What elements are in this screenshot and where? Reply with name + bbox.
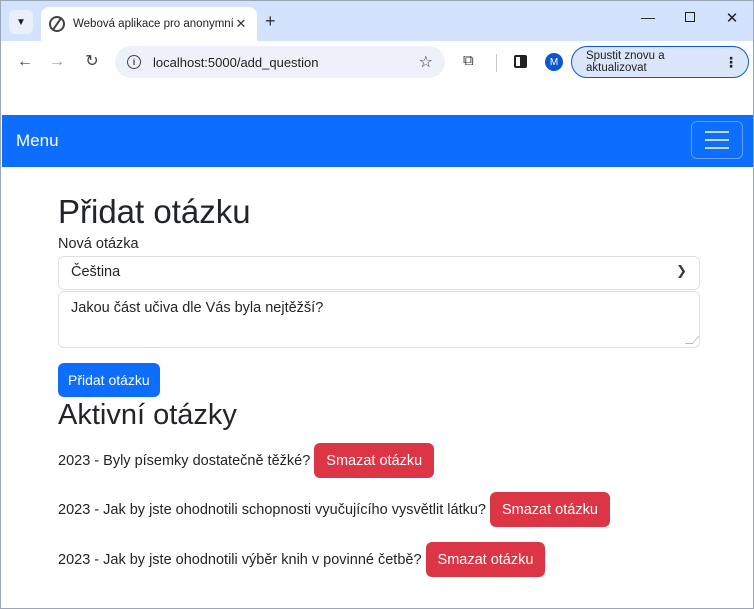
question-text: 2023 - Byly písemky dostatečně těžké? [58, 452, 311, 469]
chevron-down-icon: ❯ [676, 263, 687, 278]
site-navbar: Menu [2, 115, 753, 167]
minimize-icon[interactable]: — [633, 9, 663, 25]
url-text[interactable]: localhost:5000/add_question [153, 55, 319, 70]
delete-question-button[interactable]: Smazat otázku [489, 492, 610, 527]
window-close-icon[interactable]: ✕ [717, 9, 747, 27]
tab-title: Webová aplikace pro anonymní [73, 18, 233, 30]
update-button[interactable]: Spustit znovu a aktualizovat ⋮ [571, 46, 749, 78]
side-panel-icon[interactable] [514, 55, 527, 68]
close-icon[interactable]: ✕ [233, 16, 249, 32]
forward-arrow-icon[interactable]: → [46, 51, 68, 73]
active-questions-title: Aktivní otázky [58, 399, 237, 431]
update-button-label: Spustit znovu a aktualizovat [586, 50, 665, 74]
page-title: Přidat otázku [58, 193, 251, 230]
maximize-icon[interactable] [675, 9, 705, 25]
question-textarea-value: Jakou část učiva dle Vás byla nejtěžší? [71, 300, 324, 316]
new-question-label: Nová otázka [58, 236, 139, 252]
profile-avatar[interactable]: M [545, 53, 563, 71]
hamburger-menu-icon[interactable] [691, 121, 743, 159]
tab-strip: ▼ Webová aplikace pro anonymní ✕ + — ✕ [1, 1, 753, 41]
bookmark-star-icon[interactable]: ☆ [419, 52, 433, 72]
list-item: 2023 - Jak by jste ohodnotili schopnosti… [58, 492, 610, 527]
extensions-icon[interactable]: ⧉ [463, 52, 474, 69]
question-text: 2023 - Jak by jste ohodnotili schopnosti… [58, 501, 486, 518]
question-text: 2023 - Jak by jste ohodnotili výběr knih… [58, 551, 422, 568]
new-tab-icon[interactable]: + [265, 11, 276, 32]
browser-toolbar: ← → ↻ i localhost:5000/add_question ☆ ⧉ … [1, 41, 753, 83]
info-icon[interactable]: i [127, 55, 141, 69]
list-item: 2023 - Byly písemky dostatečně těžké? Sm… [58, 443, 435, 478]
browser-window: ▼ Webová aplikace pro anonymní ✕ + — ✕ ←… [0, 0, 754, 609]
subject-select-value: Čeština [71, 264, 121, 280]
list-item: 2023 - Jak by jste ohodnotili výběr knih… [58, 542, 546, 577]
navbar-brand[interactable]: Menu [16, 131, 59, 151]
back-arrow-icon[interactable]: ← [14, 51, 36, 73]
resize-handle-icon[interactable] [684, 336, 700, 344]
reload-icon[interactable]: ↻ [81, 51, 103, 73]
add-question-button[interactable]: Přidat otázku [58, 363, 160, 397]
browser-tab[interactable]: Webová aplikace pro anonymní ✕ [41, 7, 257, 41]
toolbar-divider [496, 54, 497, 72]
subject-select[interactable]: Čeština ❯ [58, 256, 700, 290]
delete-question-button[interactable]: Smazat otázku [425, 542, 546, 577]
chevron-down-icon[interactable]: ▼ [9, 10, 33, 34]
question-textarea[interactable]: Jakou část učiva dle Vás byla nejtěžší? [58, 291, 700, 348]
delete-question-button[interactable]: Smazat otázku [314, 443, 435, 478]
globe-icon [49, 16, 65, 32]
more-vert-icon: ⋮ [724, 53, 738, 70]
address-bar[interactable]: i localhost:5000/add_question ☆ [115, 46, 445, 78]
